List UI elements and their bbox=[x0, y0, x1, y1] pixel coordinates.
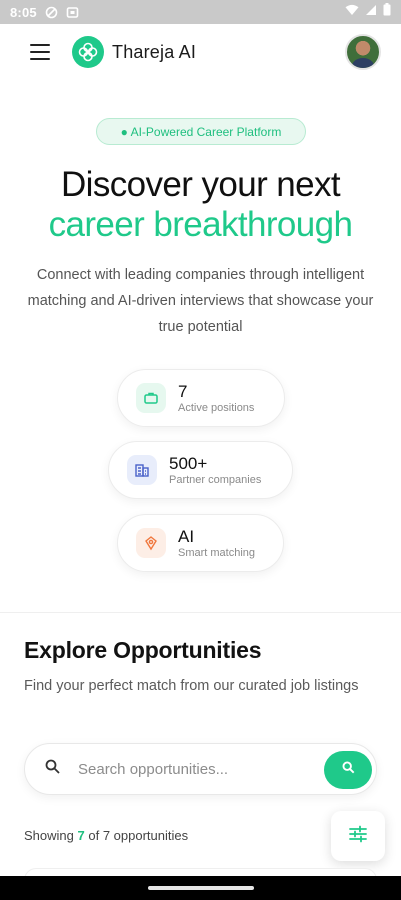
stat-value: 7 bbox=[178, 381, 188, 401]
hero-headline-line1: Discover your next bbox=[60, 165, 341, 204]
search-input[interactable] bbox=[78, 760, 298, 778]
stat-label: Partner companies bbox=[169, 473, 262, 486]
explore-subtitle: Find your perfect match from our curated… bbox=[24, 678, 359, 694]
stat-value: AI bbox=[178, 526, 195, 546]
search-button[interactable] bbox=[324, 751, 372, 789]
stat-label: Smart matching bbox=[178, 546, 256, 559]
platform-badge: ● AI-Powered Career Platform bbox=[96, 118, 306, 145]
results-prefix: Showing bbox=[24, 828, 74, 843]
stat-card-matching: AI Smart matching bbox=[117, 514, 284, 572]
results-count: Showing 7 of 7 opportunities bbox=[24, 828, 188, 843]
search-icon bbox=[45, 759, 60, 779]
search-bar bbox=[24, 743, 377, 795]
wifi-icon bbox=[345, 3, 359, 21]
stat-card-companies: 500+ Partner companies bbox=[108, 441, 293, 499]
hero-description: Connect with leading companies through i… bbox=[27, 267, 374, 335]
brand-name[interactable]: Thareja AI bbox=[112, 42, 196, 63]
notification-icon bbox=[66, 6, 79, 19]
status-bar: 8:05 bbox=[0, 0, 401, 24]
explore-title: Explore Opportunities bbox=[24, 637, 262, 663]
app-header: Thareja AI bbox=[0, 24, 401, 80]
status-time: 8:05 bbox=[10, 4, 37, 20]
target-icon bbox=[136, 528, 166, 558]
cellular-signal-icon bbox=[365, 3, 377, 21]
briefcase-icon bbox=[136, 383, 166, 413]
do-not-disturb-icon bbox=[45, 6, 58, 19]
stat-label: Active positions bbox=[178, 401, 255, 414]
stat-card-positions: 7 Active positions bbox=[117, 369, 285, 427]
search-icon bbox=[342, 761, 355, 779]
knot-logo-icon[interactable] bbox=[72, 36, 104, 68]
user-avatar[interactable] bbox=[345, 34, 381, 70]
stat-value: 500+ bbox=[169, 453, 208, 473]
home-indicator[interactable] bbox=[147, 886, 254, 890]
sliders-icon bbox=[348, 825, 368, 848]
results-total: of 7 opportunities bbox=[88, 828, 189, 843]
battery-icon bbox=[383, 3, 391, 21]
hamburger-menu-icon[interactable] bbox=[30, 44, 50, 60]
filter-button[interactable] bbox=[331, 811, 385, 861]
hero-headline-line2: career breakthrough bbox=[48, 205, 353, 244]
building-icon bbox=[127, 455, 157, 485]
results-shown: 7 bbox=[77, 828, 85, 843]
system-navigation-bar bbox=[0, 876, 401, 900]
section-divider bbox=[0, 612, 401, 613]
